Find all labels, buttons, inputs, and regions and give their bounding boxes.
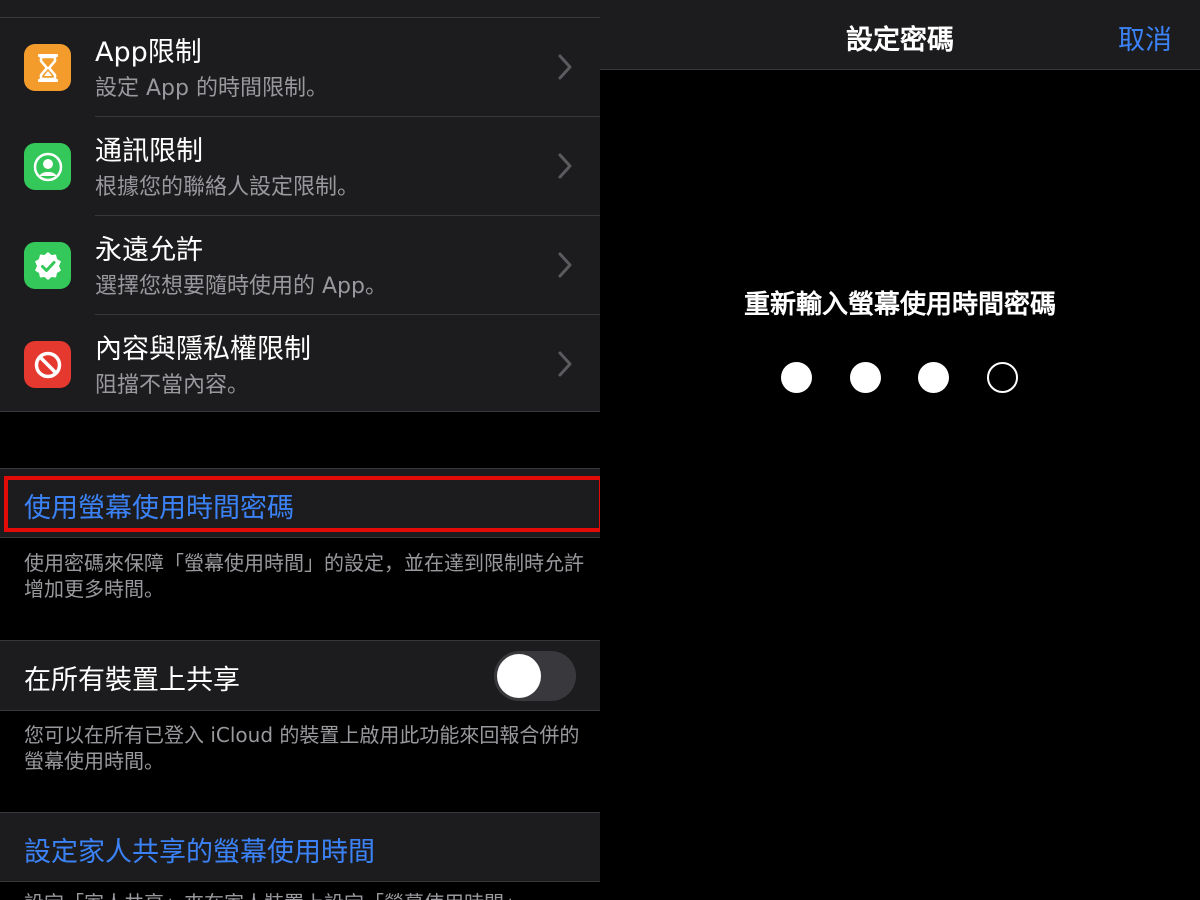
chevron-right-icon <box>558 153 572 179</box>
item-subtitle: 設定 App 的時間限制。 <box>95 76 328 101</box>
cancel-button[interactable]: 取消 <box>1118 18 1172 57</box>
item-title: App限制 <box>95 37 202 68</box>
list-item-always-allowed[interactable]: 永遠允許 選擇您想要隨時使用的 App。 <box>0 216 600 315</box>
item-title: 內容與隱私權限制 <box>95 334 311 365</box>
item-title: 永遠允許 <box>95 235 203 266</box>
passcode-dot-filled <box>918 362 949 393</box>
list-item-communication-limits[interactable]: 通訊限制 根據您的聯絡人設定限制。 <box>0 117 600 216</box>
list-item-app-limits[interactable]: App限制 設定 App 的時間限制。 <box>0 18 600 117</box>
share-label: 在所有裝置上共享 <box>24 665 240 696</box>
chevron-right-icon <box>558 351 572 377</box>
nav-title: 設定密碼 <box>846 25 954 56</box>
passcode-dot-empty <box>986 362 1018 393</box>
share-note: 您可以在所有已登入 iCloud 的裝置上啟用此功能來回報合併的螢幕使用時間。 <box>24 723 580 773</box>
toggle-knob <box>497 654 541 698</box>
share-toggle[interactable] <box>494 651 576 701</box>
list-item-content-privacy[interactable]: 內容與隱私權限制 阻擋不當內容。 <box>0 315 600 414</box>
passcode-dot-filled <box>781 362 812 393</box>
item-title: 通訊限制 <box>95 136 203 167</box>
person-circle-icon <box>24 143 71 190</box>
passcode-dot-filled <box>849 362 881 393</box>
set-passcode-panel: 設定密碼 取消 重新輸入螢幕使用時間密碼 <box>600 0 1200 900</box>
family-group: 設定家人共享的螢幕使用時間 <box>0 812 600 882</box>
item-subtitle: 阻擋不當內容。 <box>95 373 250 398</box>
passcode-note: 使用密碼來保障「螢幕使用時間」的設定，並在達到限制時允許增加更多時間。 <box>24 551 584 601</box>
share-group: 在所有裝置上共享 <box>0 640 600 711</box>
prohibited-icon <box>24 341 71 388</box>
chevron-right-icon <box>558 54 572 80</box>
family-sharing-link[interactable]: 設定家人共享的螢幕使用時間 <box>24 830 375 869</box>
highlight-box <box>4 476 600 532</box>
nav-bar: 設定密碼 取消 <box>600 0 1200 70</box>
passcode-dots[interactable] <box>781 362 1021 394</box>
item-subtitle: 根據您的聯絡人設定限制。 <box>95 175 360 200</box>
passcode-prompt: 重新輸入螢幕使用時間密碼 <box>743 290 1056 320</box>
item-subtitle: 選擇您想要隨時使用的 App。 <box>95 274 387 299</box>
checkmark-seal-icon <box>24 242 71 289</box>
top-strip <box>0 0 600 18</box>
hourglass-icon <box>24 44 71 91</box>
family-note: 設定「家人共享」來在家人裝置上設定「螢幕使用時間」。 <box>24 890 584 900</box>
screen-time-settings-panel: App限制 設定 App 的時間限制。 通訊限制 根據您的聯絡人設定限制。 永遠… <box>0 0 600 900</box>
limits-group: App限制 設定 App 的時間限制。 通訊限制 根據您的聯絡人設定限制。 永遠… <box>0 18 600 412</box>
chevron-right-icon <box>558 252 572 278</box>
